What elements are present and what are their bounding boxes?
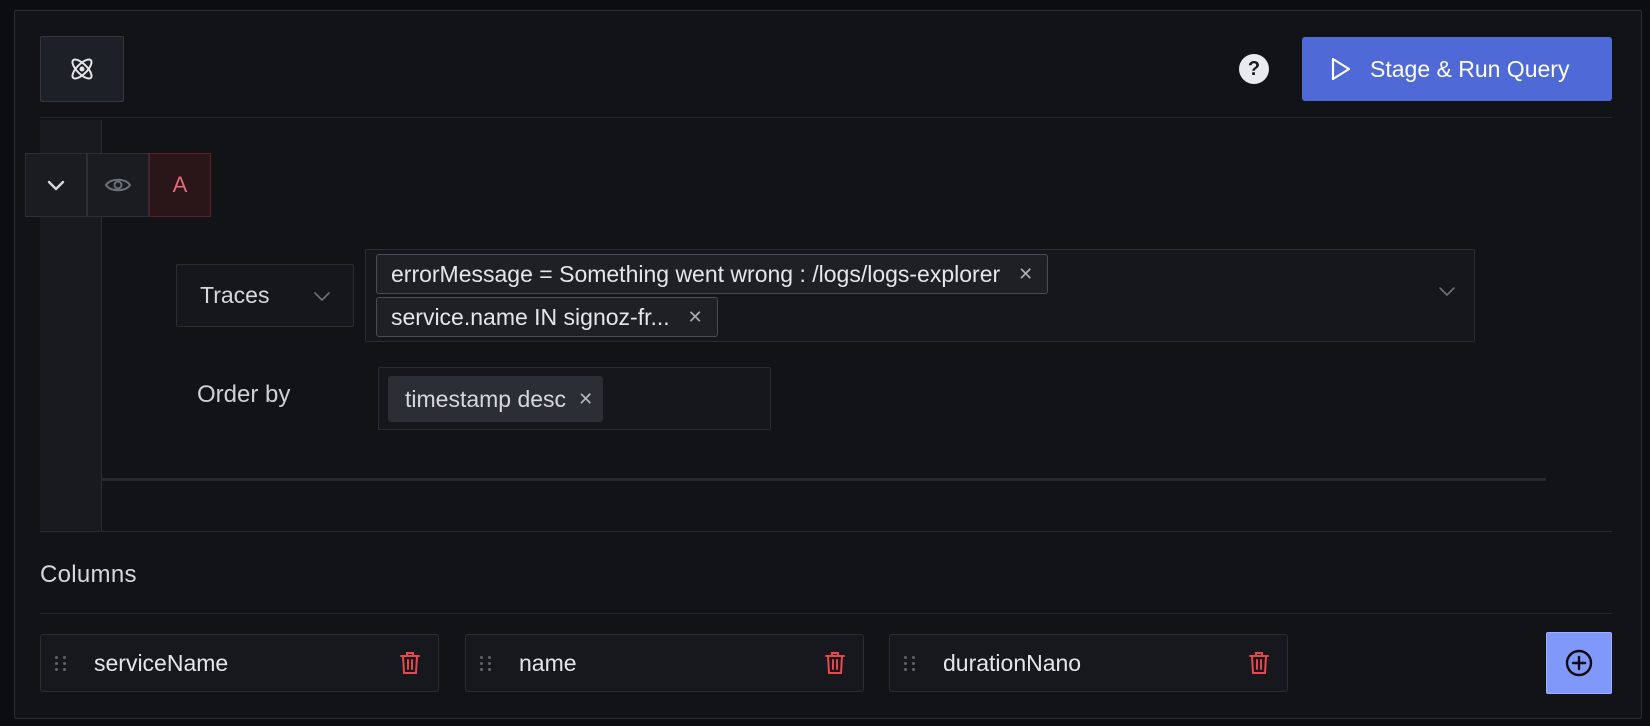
- query-letter-badge[interactable]: A: [149, 153, 211, 217]
- order-by-chip-label: timestamp desc: [405, 385, 567, 412]
- remove-filter-icon[interactable]: ✕: [1018, 264, 1033, 285]
- query-controls: A: [25, 153, 211, 217]
- help-icon[interactable]: ?: [1239, 54, 1269, 84]
- filter-input[interactable]: errorMessage = Something went wrong : /l…: [365, 249, 1475, 342]
- trash-icon[interactable]: [824, 651, 846, 675]
- plus-circle-icon: [1565, 649, 1593, 677]
- query-letter: A: [172, 172, 188, 197]
- play-icon: [1331, 57, 1351, 81]
- data-source-value: Traces: [200, 282, 270, 308]
- drag-handle-icon[interactable]: [480, 655, 494, 671]
- column-item[interactable]: durationNano: [889, 634, 1288, 692]
- help-glyph: ?: [1247, 57, 1261, 80]
- data-source-select[interactable]: Traces: [176, 264, 354, 327]
- remove-filter-icon[interactable]: ✕: [688, 307, 703, 328]
- columns-divider: [40, 613, 1612, 614]
- drag-handle-icon[interactable]: [904, 655, 918, 671]
- ai-assistant-button[interactable]: [40, 36, 124, 102]
- chevron-down-icon: [47, 180, 65, 191]
- stage-and-run-query-button[interactable]: Stage & Run Query: [1302, 37, 1612, 101]
- trash-icon[interactable]: [1248, 651, 1270, 675]
- filter-chip[interactable]: service.name IN signoz-fr... ✕: [376, 297, 718, 337]
- column-name: serviceName: [94, 649, 229, 676]
- order-by-input[interactable]: timestamp desc ✕: [378, 367, 771, 430]
- trash-icon[interactable]: [399, 651, 421, 675]
- column-item[interactable]: name: [465, 634, 864, 692]
- eye-icon: [104, 178, 132, 192]
- atom-icon: [71, 58, 93, 80]
- add-column-button[interactable]: [1546, 632, 1612, 694]
- filter-chip-label: service.name IN signoz-fr...: [391, 303, 670, 330]
- filter-chip[interactable]: errorMessage = Something went wrong : /l…: [376, 254, 1049, 294]
- chevron-down-icon: [314, 291, 330, 301]
- remove-order-icon[interactable]: ✕: [578, 389, 593, 410]
- toggle-visibility-button[interactable]: [87, 153, 149, 217]
- column-name: name: [519, 649, 577, 676]
- toolbar-divider: [40, 117, 1612, 118]
- column-item[interactable]: serviceName: [40, 634, 439, 692]
- run-button-label: Stage & Run Query: [1370, 55, 1570, 82]
- filter-chip-label: errorMessage = Something went wrong : /l…: [391, 260, 1001, 287]
- columns-title: Columns: [40, 561, 137, 588]
- column-name: durationNano: [943, 649, 1082, 676]
- section-divider: [40, 531, 1612, 532]
- chevron-down-icon[interactable]: [1438, 285, 1456, 297]
- drag-handle-icon[interactable]: [55, 655, 69, 671]
- collapse-query-button[interactable]: [25, 153, 87, 217]
- order-by-label: Order by: [197, 381, 291, 408]
- order-by-chip[interactable]: timestamp desc ✕: [388, 376, 604, 422]
